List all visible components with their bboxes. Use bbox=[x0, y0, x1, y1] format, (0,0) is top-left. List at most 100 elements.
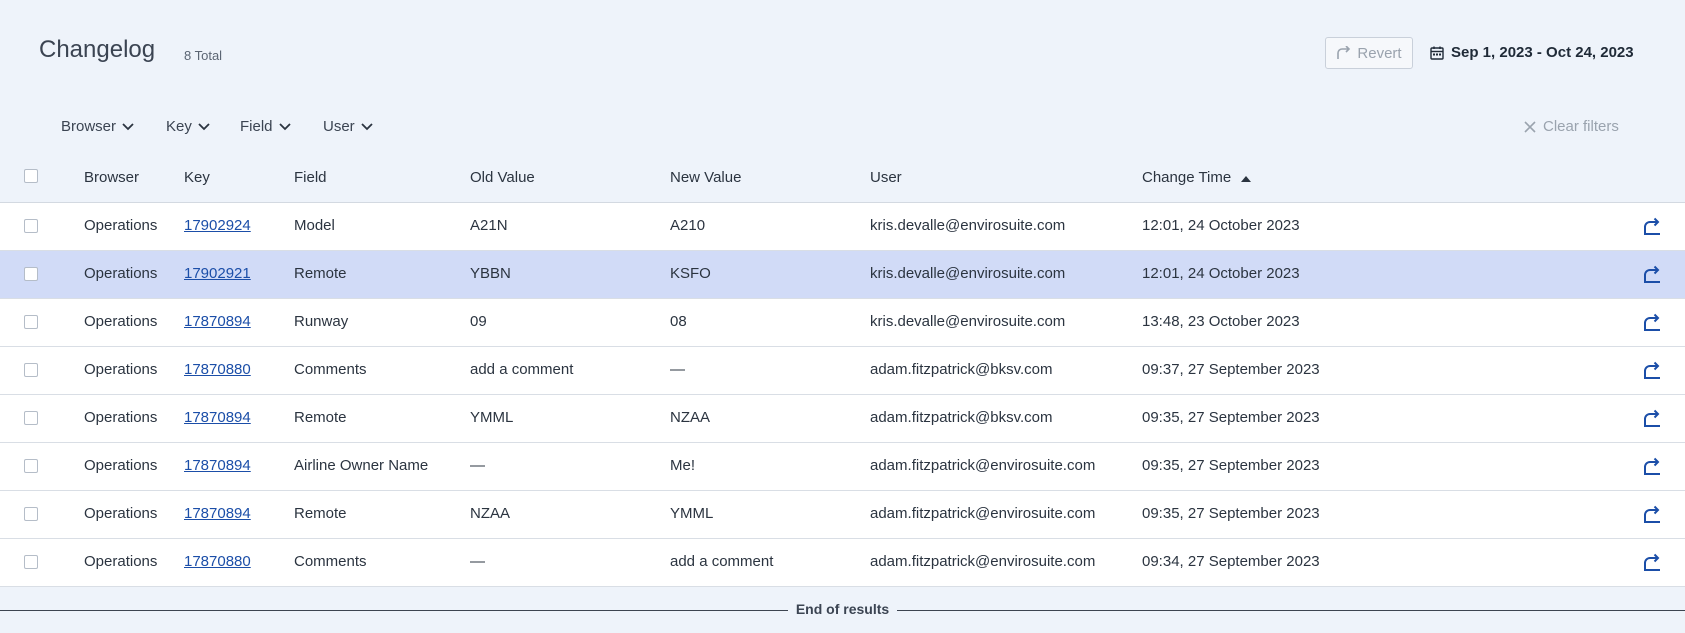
revert-row-icon[interactable] bbox=[1642, 456, 1662, 476]
date-range-picker[interactable]: Sep 1, 2023 - Oct 24, 2023 bbox=[1430, 44, 1634, 61]
cell-new-value: Me! bbox=[670, 457, 696, 474]
revert-row-icon[interactable] bbox=[1642, 408, 1662, 428]
cell-old-value: NZAA bbox=[470, 505, 511, 522]
end-of-results-label: End of results bbox=[787, 601, 898, 617]
column-change-time[interactable]: Change Time bbox=[1142, 169, 1252, 186]
cell-change-time: 09:37, 27 September 2023 bbox=[1142, 361, 1320, 378]
key-link[interactable]: 17870894 bbox=[184, 505, 251, 522]
cell-new-value: NZAA bbox=[670, 409, 711, 426]
cell-field: Airline Owner Name bbox=[294, 457, 429, 474]
filter-bar: Browser Key Field User Clear filters bbox=[0, 112, 1685, 142]
cell-new-value: add a comment bbox=[670, 553, 774, 570]
filter-key[interactable]: Key bbox=[166, 118, 210, 135]
cell-field: Comments bbox=[294, 553, 367, 570]
key-link[interactable]: 17870894 bbox=[184, 409, 251, 426]
cell-old-value: YBBN bbox=[470, 265, 511, 282]
cell-new-value: 08 bbox=[670, 313, 687, 330]
cell-change-time: 09:35, 27 September 2023 bbox=[1142, 505, 1320, 522]
revert-label: Revert bbox=[1357, 44, 1402, 62]
key-link[interactable]: 17902924 bbox=[184, 217, 251, 234]
cell-field: Remote bbox=[294, 505, 347, 522]
cell-user: kris.devalle@envirosuite.com bbox=[870, 313, 1066, 330]
revert-row-icon[interactable] bbox=[1642, 264, 1662, 284]
filter-label: Browser bbox=[61, 118, 117, 135]
cell-field: Model bbox=[294, 217, 335, 234]
revert-row-icon[interactable] bbox=[1642, 504, 1662, 524]
cell-new-value: — bbox=[670, 361, 685, 378]
cell-change-time: 09:35, 27 September 2023 bbox=[1142, 409, 1320, 426]
sort-asc-icon bbox=[1241, 176, 1252, 182]
filter-user[interactable]: User bbox=[323, 118, 373, 135]
revert-row-icon[interactable] bbox=[1642, 312, 1662, 332]
clear-filters-button[interactable]: Clear filters bbox=[1524, 118, 1619, 135]
row-checkbox[interactable] bbox=[24, 363, 38, 377]
key-link[interactable]: 17870880 bbox=[184, 553, 251, 570]
row-checkbox[interactable] bbox=[24, 267, 38, 281]
revert-row-icon[interactable] bbox=[1642, 552, 1662, 572]
column-old-value[interactable]: Old Value bbox=[470, 169, 535, 186]
cell-browser: Operations bbox=[84, 217, 158, 234]
cell-old-value: add a comment bbox=[470, 361, 574, 378]
cell-change-time: 09:34, 27 September 2023 bbox=[1142, 553, 1320, 570]
cell-change-time: 13:48, 23 October 2023 bbox=[1142, 313, 1300, 330]
revert-row-icon[interactable] bbox=[1642, 216, 1662, 236]
chevron-down-icon bbox=[122, 122, 134, 130]
cell-change-time: 12:01, 24 October 2023 bbox=[1142, 217, 1300, 234]
cell-browser: Operations bbox=[84, 505, 158, 522]
filter-label: User bbox=[323, 118, 355, 135]
total-count: 8 Total bbox=[184, 48, 223, 63]
key-link[interactable]: 17870894 bbox=[184, 457, 251, 474]
cell-user: adam.fitzpatrick@bksv.com bbox=[870, 361, 1053, 378]
revert-row-icon[interactable] bbox=[1642, 360, 1662, 380]
table-row[interactable]: Operations 17870894 Remote YMML NZAA adam.fit… bbox=[0, 395, 1685, 443]
cell-browser: Operations bbox=[84, 361, 158, 378]
cell-change-time: 09:35, 27 September 2023 bbox=[1142, 457, 1320, 474]
end-of-results: End of results bbox=[0, 598, 1685, 624]
row-checkbox[interactable] bbox=[24, 315, 38, 329]
cell-old-value: YMML bbox=[470, 409, 514, 426]
column-browser[interactable]: Browser bbox=[84, 169, 139, 186]
table-row[interactable]: Operations 17870894 Runway 09 08 kris.devalle… bbox=[0, 299, 1685, 347]
cell-user: adam.fitzpatrick@bksv.com bbox=[870, 409, 1053, 426]
revert-button[interactable]: Revert bbox=[1325, 37, 1413, 69]
table-row[interactable]: Operations 17902924 Model A21N A210 kris.deva… bbox=[0, 203, 1685, 251]
table-row[interactable]: Operations 17870894 Airline Owner Name — Me!… bbox=[0, 443, 1685, 491]
column-new-value[interactable]: New Value bbox=[670, 169, 741, 186]
cell-user: adam.fitzpatrick@envirosuite.com bbox=[870, 505, 1096, 522]
key-link[interactable]: 17870880 bbox=[184, 361, 251, 378]
filter-browser[interactable]: Browser bbox=[61, 118, 134, 135]
table-row[interactable]: Operations 17870880 Comments add a comment —… bbox=[0, 347, 1685, 395]
cell-browser: Operations bbox=[84, 265, 158, 282]
cell-user: adam.fitzpatrick@envirosuite.com bbox=[870, 553, 1096, 570]
filter-label: Field bbox=[240, 118, 273, 135]
clear-filters-label: Clear filters bbox=[1543, 118, 1619, 135]
table-row[interactable]: Operations 17902921 Remote YBBN KSFO kris.dev… bbox=[0, 251, 1685, 299]
row-checkbox[interactable] bbox=[24, 507, 38, 521]
cell-user: kris.devalle@envirosuite.com bbox=[870, 217, 1066, 234]
changelog-table: Browser Key Field Old Value New Value Us… bbox=[0, 153, 1685, 587]
row-checkbox[interactable] bbox=[24, 411, 38, 425]
row-checkbox[interactable] bbox=[24, 219, 38, 233]
cell-field: Remote bbox=[294, 265, 347, 282]
row-checkbox[interactable] bbox=[24, 459, 38, 473]
row-checkbox[interactable] bbox=[24, 555, 38, 569]
column-key[interactable]: Key bbox=[184, 169, 210, 186]
table-row[interactable]: Operations 17870880 Comments — add a comment… bbox=[0, 539, 1685, 587]
date-range-label: Sep 1, 2023 - Oct 24, 2023 bbox=[1451, 44, 1634, 61]
filter-field[interactable]: Field bbox=[240, 118, 291, 135]
cell-browser: Operations bbox=[84, 409, 158, 426]
column-user[interactable]: User bbox=[870, 169, 902, 186]
table-row[interactable]: Operations 17870894 Remote NZAA YMML adam.fit… bbox=[0, 491, 1685, 539]
page-title: Changelog bbox=[39, 36, 156, 63]
cell-field: Remote bbox=[294, 409, 347, 426]
cell-user: adam.fitzpatrick@envirosuite.com bbox=[870, 457, 1096, 474]
key-link[interactable]: 17870894 bbox=[184, 313, 251, 330]
select-all-checkbox[interactable] bbox=[24, 169, 38, 183]
table-body: Operations 17902924 Model A21N A210 kris.deva… bbox=[0, 203, 1685, 587]
cell-old-value: A21N bbox=[470, 217, 508, 234]
calendar-icon bbox=[1430, 46, 1444, 60]
cell-new-value: YMML bbox=[670, 505, 714, 522]
column-field[interactable]: Field bbox=[294, 169, 327, 186]
cell-field: Comments bbox=[294, 361, 367, 378]
key-link[interactable]: 17902921 bbox=[184, 265, 251, 282]
